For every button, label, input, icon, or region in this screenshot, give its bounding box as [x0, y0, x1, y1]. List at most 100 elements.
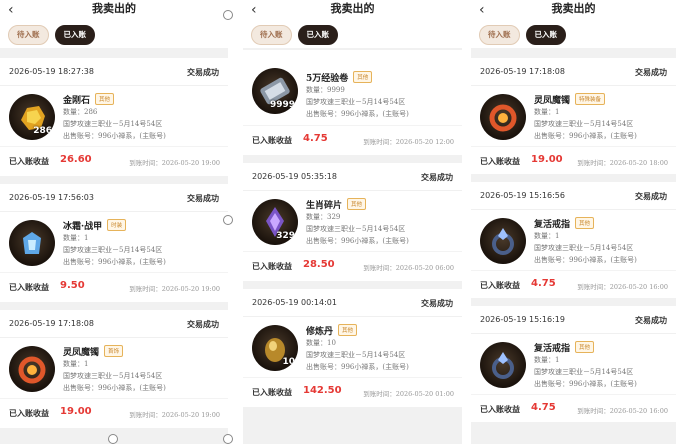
- tab-settled[interactable]: 已入账: [297, 25, 338, 45]
- order-time: 2026-05-19 17:56:03: [9, 193, 94, 202]
- earn-label: 已入账收益: [9, 156, 49, 166]
- item-tag: 其他: [347, 198, 367, 210]
- item-server: 国梦攻速三职业－5月14号54区: [63, 120, 163, 128]
- order-list: 2026-05-19 18:27:38 交易成功 286 金刚石 其他 数量：286…: [0, 58, 228, 436]
- item-account: 出售账号：996小禅系，(主账号): [534, 132, 637, 140]
- order-card[interactable]: 2026-05-19 00:14:01 交易成功 10 修炼丹 其他 数量：10 国…: [243, 289, 462, 407]
- earn-label: 已入账收益: [252, 261, 292, 271]
- phoenix-bracelet-icon: [480, 94, 526, 140]
- order-status: 交易成功: [635, 191, 667, 201]
- selection-handle[interactable]: [223, 10, 233, 20]
- item-tag: 其他: [338, 324, 358, 336]
- item-tag: 其他: [353, 71, 373, 83]
- earn-amount: 26.60: [60, 154, 92, 165]
- arrive-time: 到账时间：2026-05-20 12:00: [363, 138, 454, 146]
- selection-handle[interactable]: [223, 215, 233, 225]
- page-title: 我卖出的: [330, 2, 375, 15]
- order-card[interactable]: 9999 5万经验卷 其他 数量：9999 国梦攻速三职业－5月14号54区 出售…: [243, 50, 462, 155]
- selection-handle[interactable]: [223, 434, 233, 444]
- screen-panel: ‹ 我卖出的 待入账 已入账 9999 5万经验卷 其他 数量：9999 国梦攻速…: [243, 0, 462, 444]
- revive-ring-icon: [480, 218, 526, 264]
- item-name: 生肖碎片: [306, 200, 343, 211]
- selection-handle[interactable]: [108, 434, 118, 444]
- order-time: 2026-05-19 15:16:56: [480, 191, 565, 200]
- order-card[interactable]: 2026-05-19 15:16:56 交易成功 复活戒指 其他 数量：1 国梦攻速…: [471, 182, 676, 298]
- item-tag: 特殊装备: [575, 93, 606, 105]
- arrive-time: 到账时间：2026-05-20 19:00: [129, 159, 220, 167]
- earn-amount: 4.75: [531, 278, 556, 289]
- screen-panel: ‹ 我卖出的 待入账 已入账 2026-05-19 17:18:08 交易成功 灵…: [471, 0, 676, 444]
- item-server: 国梦攻速三职业－5月14号54区: [63, 246, 163, 254]
- item-tag: 首饰: [104, 345, 124, 357]
- item-quantity: 数量：1: [534, 108, 560, 116]
- item-quantity: 数量：1: [63, 360, 89, 368]
- tab-settled[interactable]: 已入账: [54, 25, 95, 45]
- earn-amount: 19.00: [60, 406, 92, 417]
- item-tag: 其他: [95, 93, 115, 105]
- item-name: 金刚石: [63, 95, 91, 106]
- item-account: 出售账号：996小禅系，(主账号): [534, 256, 637, 264]
- order-status: 交易成功: [635, 315, 667, 325]
- arrive-time: 到账时间：2026-05-20 18:00: [577, 159, 668, 167]
- item-qty-badge: 329: [276, 231, 295, 241]
- arrive-time: 到账时间：2026-05-20 19:00: [129, 285, 220, 293]
- item-account: 出售账号：996小禅系，(主账号): [63, 384, 166, 392]
- arrive-time: 到账时间：2026-05-20 01:00: [363, 390, 454, 398]
- earn-label: 已入账收益: [480, 280, 520, 290]
- tab-settled[interactable]: 已入账: [525, 25, 566, 45]
- order-status: 交易成功: [187, 193, 219, 203]
- header: ‹ 我卖出的 待入账 已入账: [243, 0, 462, 48]
- item-account: 出售账号：996小禅系，(主账号): [63, 258, 166, 266]
- item-server: 国梦攻速三职业－5月14号54区: [534, 120, 634, 128]
- item-name: 冰霜·战甲: [63, 221, 103, 232]
- item-account: 出售账号：996小禅系，(主账号): [306, 363, 409, 371]
- tab-pending[interactable]: 待入账: [8, 25, 49, 45]
- earn-label: 已入账收益: [252, 135, 292, 145]
- order-status: 交易成功: [421, 172, 453, 182]
- tab-bar: 待入账 已入账: [251, 25, 338, 45]
- item-name: 复活戒指: [534, 343, 571, 354]
- item-name: 复活戒指: [534, 219, 571, 230]
- earn-label: 已入账收益: [480, 404, 520, 414]
- order-status: 交易成功: [187, 67, 219, 77]
- phoenix-bracelet-icon: [9, 346, 55, 392]
- item-tag: 其他: [575, 341, 595, 353]
- order-card[interactable]: 2026-05-19 15:16:19 交易成功 复活戒指 其他 数量：1 国梦攻速…: [471, 306, 676, 422]
- gold-ore-icon: 286: [9, 94, 55, 140]
- order-card[interactable]: 2026-05-19 17:18:08 交易成功 灵凤魔镯 首饰 数量：1 国梦攻速…: [0, 310, 228, 428]
- order-time: 2026-05-19 17:18:08: [480, 67, 565, 76]
- item-server: 国梦攻速三职业－5月14号54区: [534, 368, 634, 376]
- arrive-time: 到账时间：2026-05-20 16:00: [577, 283, 668, 291]
- earn-amount: 9.50: [60, 280, 85, 291]
- earn-amount: 19.00: [531, 154, 563, 165]
- arrive-time: 到账时间：2026-05-20 16:00: [577, 407, 668, 415]
- screen-panel: ‹ 我卖出的 待入账 已入账 2026-05-19 18:27:38 交易成功 2…: [0, 0, 228, 444]
- item-qty-badge: 10: [282, 357, 295, 367]
- item-server: 国梦攻速三职业－5月14号54区: [306, 225, 406, 233]
- order-card[interactable]: 2026-05-19 05:35:18 交易成功 329 生肖碎片 其他 数量：32…: [243, 163, 462, 281]
- order-card[interactable]: 2026-05-19 17:56:03 交易成功 冰霜·战甲 时装 数量：1 国梦攻…: [0, 184, 228, 302]
- header: ‹ 我卖出的 待入账 已入账: [0, 0, 228, 48]
- order-card[interactable]: 2026-05-19 17:18:08 交易成功 灵凤魔镯 特殊装备 数量：1 国梦…: [471, 58, 676, 174]
- earn-amount: 142.50: [303, 385, 342, 396]
- item-quantity: 数量：1: [534, 356, 560, 364]
- order-card[interactable]: 2026-05-19 18:27:38 交易成功 286 金刚石 其他 数量：286…: [0, 58, 228, 176]
- order-list: 2026-05-19 17:18:08 交易成功 灵凤魔镯 特殊装备 数量：1 国梦…: [471, 58, 676, 430]
- ice-armor-icon: [9, 220, 55, 266]
- item-qty-badge: 286: [33, 126, 52, 136]
- item-quantity: 数量：329: [306, 213, 341, 221]
- item-quantity: 数量：1: [63, 234, 89, 242]
- arrive-time: 到账时间：2026-05-20 19:00: [129, 411, 220, 419]
- exp-scroll-icon: 9999: [252, 68, 298, 114]
- tab-pending[interactable]: 待入账: [479, 25, 520, 45]
- order-status: 交易成功: [187, 319, 219, 329]
- item-name: 修炼丹: [306, 326, 334, 337]
- item-server: 国梦攻速三职业－5月14号54区: [306, 98, 406, 106]
- item-account: 出售账号：996小禅系，(主账号): [63, 132, 166, 140]
- item-name: 灵凤魔镯: [534, 95, 571, 106]
- order-time: 2026-05-19 05:35:18: [252, 172, 337, 181]
- item-quantity: 数量：9999: [306, 86, 345, 94]
- item-server: 国梦攻速三职业－5月14号54区: [306, 351, 406, 359]
- tab-pending[interactable]: 待入账: [251, 25, 292, 45]
- page-title: 我卖出的: [92, 2, 136, 15]
